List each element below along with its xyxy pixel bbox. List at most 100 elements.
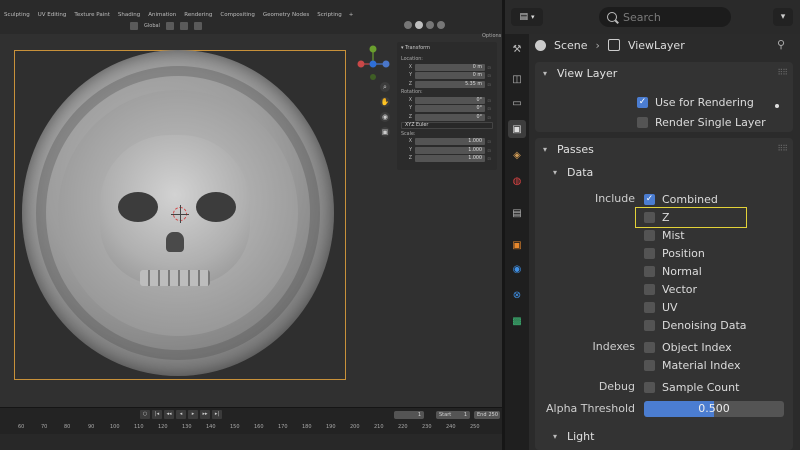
world-tab-icon[interactable]: ◍ [508, 172, 526, 190]
workspace-tab-rendering[interactable]: Rendering [180, 10, 216, 22]
checkbox-box [637, 116, 648, 128]
current-frame-field[interactable]: 1 [394, 411, 424, 419]
lock-icon[interactable]: ⊡ [485, 139, 493, 144]
material-shading-icon[interactable] [426, 21, 434, 29]
add-workspace-button[interactable]: + [346, 10, 357, 22]
editor-type-dropdown[interactable]: ▤ ▾ [511, 8, 543, 26]
playback-controls: ○ |◂ ◂◂ ◂ ▸ ▸▸ ▸| [140, 410, 222, 419]
rotation-mode-dropdown[interactable]: XYZ Euler [401, 122, 493, 129]
animate-property-icon[interactable] [775, 104, 779, 108]
timeline-ruler[interactable]: 60 70 80 90 100 110 120 130 140 150 160 … [0, 422, 502, 434]
perspective-toggle-icon[interactable]: ▣ [380, 127, 390, 137]
normal-checkbox[interactable]: Normal [644, 263, 702, 279]
collection-tab-icon[interactable]: ▤ [508, 204, 526, 222]
physics-tab-icon[interactable]: ◉ [508, 260, 526, 278]
data-tab-icon[interactable]: ▩ [508, 312, 526, 330]
lock-icon[interactable]: ⊡ [485, 73, 493, 78]
light-subpanel-header[interactable]: ▾ Light [553, 429, 594, 443]
breadcrumb-scene[interactable]: Scene [554, 39, 588, 52]
orientation-dropdown[interactable]: Global [144, 23, 160, 29]
lock-icon[interactable]: ⊡ [485, 65, 493, 70]
constraint-tab-icon[interactable]: ⊗ [508, 286, 526, 304]
lock-icon[interactable]: ⊡ [485, 148, 493, 153]
drag-grip-icon[interactable]: ⠿⠿ [777, 144, 788, 153]
workspace-tab-texture-paint[interactable]: Texture Paint [70, 10, 114, 22]
timeline-track[interactable] [0, 434, 502, 450]
checkbox-box [644, 265, 655, 277]
next-key-icon[interactable]: ▸▸ [200, 410, 210, 419]
object-tab-icon[interactable]: ▣ [508, 236, 526, 254]
chevron-down-icon[interactable]: ▾ [773, 8, 793, 26]
workspace-tab-geometry-nodes[interactable]: Geometry Nodes [259, 10, 313, 22]
lock-icon[interactable]: ⊡ [485, 115, 493, 120]
prev-key-icon[interactable]: ◂◂ [164, 410, 174, 419]
lock-icon[interactable]: ⊡ [485, 98, 493, 103]
denoising-data-checkbox[interactable]: Denoising Data [644, 317, 747, 333]
alpha-threshold-slider[interactable]: 0.500 [644, 401, 784, 417]
position-checkbox[interactable]: Position [644, 245, 705, 261]
rendered-shading-icon[interactable] [437, 21, 445, 29]
workspace-tab-uv-editing[interactable]: UV Editing [34, 10, 71, 22]
options-dropdown[interactable]: Options [482, 33, 501, 39]
proportional-edit-icon[interactable] [193, 22, 202, 30]
workspace-tab-compositing[interactable]: Compositing [216, 10, 258, 22]
workspace-tab-scripting[interactable]: Scripting [313, 10, 345, 22]
play-reverse-icon[interactable]: ◂ [176, 410, 186, 419]
output-tab-icon[interactable]: ▭ [508, 94, 526, 112]
scene-tab-icon[interactable]: ◈ [508, 146, 526, 164]
breadcrumb: Scene › ViewLayer [535, 36, 685, 54]
scale-y-field[interactable]: 1.000 [415, 146, 485, 154]
vector-checkbox[interactable]: Vector [644, 281, 697, 297]
mist-checkbox[interactable]: Mist [644, 227, 685, 243]
play-icon[interactable]: ▸ [188, 410, 198, 419]
sample-count-checkbox[interactable]: Sample Count [644, 379, 739, 395]
jump-start-icon[interactable]: |◂ [152, 410, 162, 419]
drag-grip-icon[interactable]: ⠿⠿ [777, 68, 788, 77]
pivot-icon[interactable] [165, 22, 174, 30]
end-frame-field[interactable]: End 250 [474, 411, 500, 419]
pan-hand-icon[interactable]: ✋ [380, 97, 390, 107]
keyframe-dot-icon[interactable]: ○ [140, 410, 150, 419]
combined-checkbox[interactable]: ✓ Combined [644, 191, 718, 207]
use-for-rendering-checkbox[interactable]: ✓ Use for Rendering [637, 94, 754, 110]
camera-view-icon[interactable]: ◉ [380, 112, 390, 122]
pin-icon[interactable]: ⚲ [777, 38, 785, 51]
3d-cursor-icon[interactable] [171, 205, 189, 223]
solid-shading-icon[interactable] [415, 21, 423, 29]
object-index-checkbox[interactable]: Object Index [644, 339, 732, 355]
lock-icon[interactable]: ⊡ [485, 106, 493, 111]
navigation-gizmo[interactable] [356, 44, 392, 84]
location-y-field[interactable]: 0 m [415, 72, 485, 79]
render-single-layer-checkbox[interactable]: Render Single Layer [637, 114, 766, 130]
snap-icon[interactable] [179, 22, 188, 30]
workspace-tab-shading[interactable]: Shading [114, 10, 144, 22]
passes-panel-header[interactable]: ▾ Passes [543, 142, 594, 156]
rotation-x-field[interactable]: 0° [415, 96, 485, 104]
scale-z-field[interactable]: 1.000 [415, 155, 485, 162]
workspace-tab-sculpting[interactable]: Sculpting [0, 10, 34, 22]
workspace-tab-animation[interactable]: Animation [144, 10, 180, 22]
checkbox-box [644, 341, 655, 353]
view-layer-tab-icon[interactable]: ▣ [508, 120, 526, 138]
render-tab-icon[interactable]: ◫ [508, 70, 526, 88]
lock-icon[interactable]: ⊡ [485, 82, 493, 87]
tool-tab-icon[interactable]: ⚒ [508, 40, 526, 58]
material-index-checkbox[interactable]: Material Index [644, 357, 740, 373]
axis-gizmo-icon [357, 45, 390, 80]
lock-icon[interactable]: ⊡ [485, 156, 493, 161]
breadcrumb-view-layer[interactable]: ViewLayer [628, 39, 685, 52]
start-frame-field[interactable]: Start 1 [436, 411, 470, 419]
rotation-z-field[interactable]: 0° [415, 113, 485, 121]
scale-x-field[interactable]: 1.000 [415, 138, 485, 145]
rotation-y-field[interactable]: 0° [415, 105, 485, 112]
uv-checkbox[interactable]: UV [644, 299, 678, 315]
view-layer-panel-header[interactable]: ▾ View Layer [543, 66, 617, 80]
rotation-label: Rotation: [401, 90, 423, 95]
location-x-field[interactable]: 0 m [415, 63, 485, 71]
location-z-field[interactable]: 5.35 m [415, 80, 485, 88]
zoom-icon[interactable]: ⌕ [380, 82, 390, 92]
data-subpanel-header[interactable]: ▾ Data [553, 165, 593, 179]
search-input[interactable]: Search [599, 7, 731, 27]
jump-end-icon[interactable]: ▸| [212, 410, 222, 419]
wireframe-shading-icon[interactable] [404, 21, 412, 29]
